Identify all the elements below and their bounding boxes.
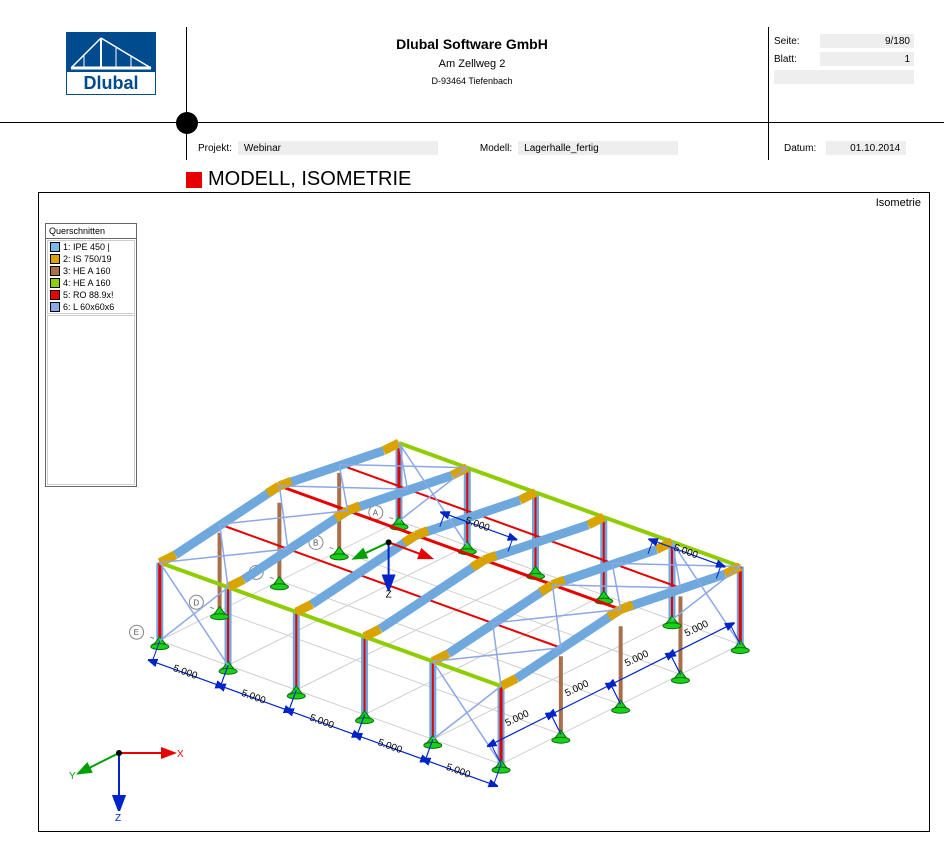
svg-text:5.000: 5.000 xyxy=(376,737,404,756)
page: Dlubal Dlubal Software GmbH Am Zellweg 2… xyxy=(0,0,944,853)
axis-y-label: Y xyxy=(69,771,76,782)
meta-blank xyxy=(774,70,914,84)
project-label: Projekt: xyxy=(198,143,232,154)
svg-text:A: A xyxy=(373,509,379,518)
separator-dot xyxy=(176,112,198,134)
date-value: 01.10.2014 xyxy=(826,141,906,155)
company-logo: Dlubal xyxy=(66,32,156,95)
axis-z-label: Z xyxy=(115,813,121,824)
project-value: Webinar xyxy=(238,141,438,155)
section-marker-icon xyxy=(186,172,202,188)
svg-text:5.000: 5.000 xyxy=(672,542,700,561)
svg-text:D: D xyxy=(193,598,199,607)
svg-text:Z: Z xyxy=(386,589,392,600)
company-city: D-93464 Tiefenbach xyxy=(270,76,674,86)
svg-text:5.000: 5.000 xyxy=(240,688,268,707)
svg-text:E: E xyxy=(134,628,139,637)
model-viewport: Isometrie Querschnitten 1: IPE 450 |2: I… xyxy=(38,192,930,832)
logo-text: Dlubal xyxy=(66,72,156,95)
page-label: Seite: xyxy=(774,36,820,47)
company-block: Dlubal Software GmbH Am Zellweg 2 D-9346… xyxy=(270,36,674,86)
sheet-label: Blatt: xyxy=(774,54,820,65)
header: Dlubal Dlubal Software GmbH Am Zellweg 2… xyxy=(0,0,944,130)
model-value: Lagerhalle_fertig xyxy=(518,141,678,155)
svg-text:B: B xyxy=(313,539,318,548)
logo-graphic xyxy=(66,32,156,72)
svg-text:5.000: 5.000 xyxy=(444,762,472,781)
section-title: MODELL, ISOMETRIE xyxy=(186,168,411,191)
model-label: Modell: xyxy=(480,143,512,154)
axis-x-label: X xyxy=(177,749,184,760)
project-row: Projekt: Webinar Modell: Lagerhalle_fert… xyxy=(0,138,944,158)
page-meta: Seite: 9/180 Blatt: 1 xyxy=(774,32,914,84)
separator-horizontal xyxy=(0,122,944,123)
svg-text:5.000: 5.000 xyxy=(171,663,199,682)
svg-text:5.000: 5.000 xyxy=(308,713,336,732)
page-value: 9/180 xyxy=(820,34,914,48)
date-label: Datum: xyxy=(784,143,816,154)
sheet-value: 1 xyxy=(820,52,914,66)
isometric-drawing: ABCDE5.0005.0005.0005.0005.0005.0005.000… xyxy=(39,193,931,833)
section-title-text: MODELL, ISOMETRIE xyxy=(208,168,411,191)
company-name: Dlubal Software GmbH xyxy=(270,36,674,52)
company-address: Am Zellweg 2 xyxy=(270,58,674,70)
